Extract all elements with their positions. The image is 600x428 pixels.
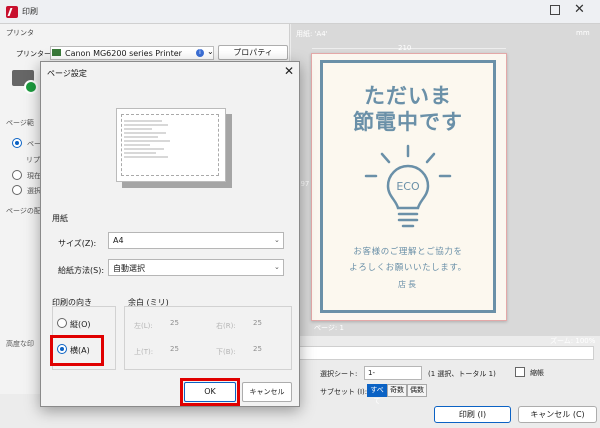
chevron-down-icon[interactable]: ⌄ [274,236,280,244]
close-icon[interactable]: ✕ [574,2,585,17]
page-range-fragment: ページ範 [6,119,34,127]
sheet-label: 選択シート: [320,370,358,378]
maximize-icon[interactable] [550,5,560,15]
width-label: 210 [398,44,412,52]
title-bar [0,0,600,24]
landscape-highlight [50,335,104,366]
range-fragment: リプ [26,156,40,164]
printer-icon [52,49,61,56]
feed-label: 給紙方法(S): [58,266,105,275]
poster-message-1: お客様のご理解とご協力を [353,247,463,257]
printer-select[interactable]: Canon MG6200 series Printer [50,46,214,60]
check-icon [24,80,38,94]
selection-radio[interactable] [12,185,22,195]
portrait-label: 縦(O) [70,320,91,329]
paper-section-title: 用紙 [52,214,68,223]
advanced-fragment: 高度な印 [6,340,34,348]
printer-section-title: プリンタ [6,29,34,37]
printer-name: Canon MG6200 series Printer [65,49,182,58]
preview-scrollbar[interactable] [299,346,594,360]
page-range-all-radio[interactable] [12,138,22,148]
unit-label: mm [576,29,590,37]
reduce-label: 縮帳 [530,369,544,377]
poster-signature: 店長 [398,280,418,289]
info-icon[interactable]: i [196,49,204,57]
dialog-title: ページ設定 [47,69,87,78]
subset-label: サブセット (I): [320,388,368,396]
selection-info: (1 選択、トータル 1) [428,370,496,378]
feed-select[interactable]: 自動選択 [108,259,284,276]
sheet-input[interactable]: 1- [364,366,422,380]
window-title: 印刷 [22,7,38,16]
paper-header: 用紙: 'A4' [296,30,328,38]
poster-headline-2: 節電中です [353,110,463,134]
poster-message-2: よろしくお願いいたします。 [349,263,467,273]
size-select[interactable]: A4 [108,232,284,249]
page-range-all-label: ペー [27,140,41,148]
current-page-radio[interactable] [12,170,22,180]
current-page-label: 現在 [27,172,41,180]
eco-label: ECO [396,180,420,193]
margin-top-label: 上(T): [134,348,154,356]
page-layout-fragment: ページの配 [6,207,41,215]
page-number: ページ: 1 [314,324,344,332]
selection-label: 選択 [27,187,41,195]
chevron-down-icon[interactable]: ⌄ [274,263,280,271]
size-value: A4 [113,236,124,245]
subset-even-button[interactable]: 偶数 [407,384,427,397]
subset-all-button[interactable]: すべて [367,384,387,405]
portrait-radio[interactable] [57,318,67,328]
margin-bottom-label: 下(B): [216,348,236,356]
close-icon[interactable]: ✕ [284,64,294,78]
zoom-level: ズーム: 100% [550,337,596,345]
size-label: サイズ(Z): [58,239,97,248]
chevron-down-icon[interactable]: ⌄ [207,47,214,56]
print-button[interactable]: 印刷 (I) [434,406,511,423]
light-bulb-icon: ECO [364,144,452,228]
ok-button[interactable]: OK [184,382,236,402]
margin-left-label: 左(L): [134,322,153,330]
margin-group [124,306,292,370]
margin-right-value[interactable]: 25 [253,319,262,327]
margin-bottom-value[interactable]: 25 [253,345,262,353]
margin-right-label: 右(R): [216,322,236,330]
properties-button[interactable]: プロパティ [218,45,288,60]
dialog-cancel-button[interactable]: キャンセル [242,382,292,402]
feed-value: 自動選択 [113,264,145,273]
cancel-button[interactable]: キャンセル (C) [518,406,597,423]
reduce-checkbox[interactable] [515,367,525,377]
subset-odd-button[interactable]: 奇数 [387,384,407,397]
margin-top-value[interactable]: 25 [170,345,179,353]
thumbnail-text-lines [124,120,170,158]
margin-left-value[interactable]: 25 [170,319,179,327]
app-icon [6,6,18,18]
